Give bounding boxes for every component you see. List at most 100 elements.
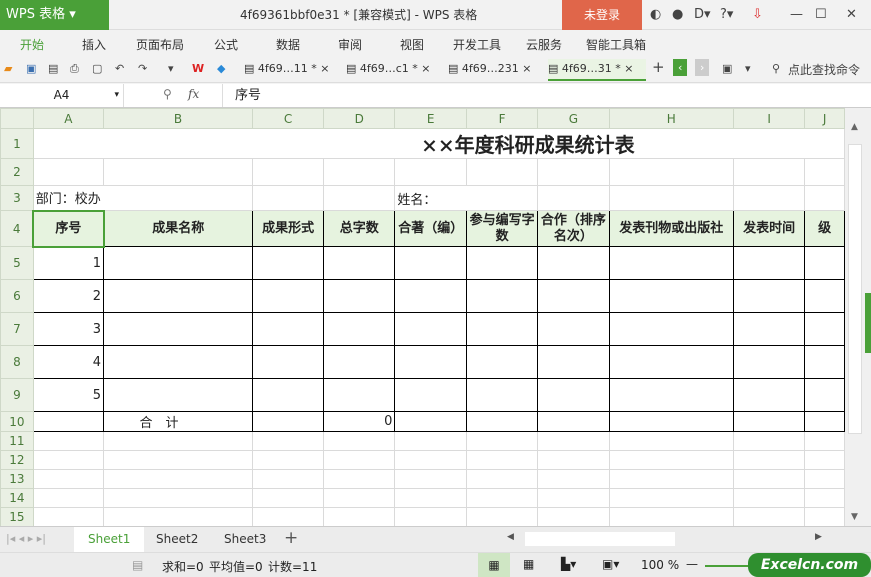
cell[interactable] xyxy=(804,488,845,508)
cell[interactable] xyxy=(608,450,735,470)
department-cell[interactable]: 部门：校办 xyxy=(32,185,254,211)
cell[interactable] xyxy=(537,450,610,470)
col-header[interactable]: A xyxy=(32,108,105,129)
col-header[interactable]: E xyxy=(394,108,467,129)
header-cell[interactable]: 发表时间 xyxy=(732,210,806,247)
cell[interactable] xyxy=(251,507,325,526)
cell[interactable] xyxy=(32,469,105,489)
close-icon[interactable]: ✕ xyxy=(846,0,857,30)
col-header[interactable]: D xyxy=(323,108,396,129)
redo-icon[interactable]: ↷ xyxy=(138,62,147,75)
header-cell[interactable]: 级 xyxy=(804,210,845,247)
cell[interactable] xyxy=(732,246,806,280)
cell[interactable] xyxy=(465,450,539,470)
display-icon[interactable]: ▣ xyxy=(722,62,732,75)
cell[interactable] xyxy=(103,279,253,313)
page-layout-icon[interactable]: ▙▾ xyxy=(561,557,576,571)
cell[interactable] xyxy=(465,279,539,313)
menu-developer[interactable]: 开发工具 xyxy=(453,36,501,53)
row-header[interactable]: 12 xyxy=(0,450,34,470)
cell[interactable] xyxy=(394,312,467,346)
cell[interactable] xyxy=(732,378,806,412)
skin-icon[interactable]: ◐ xyxy=(650,0,661,30)
header-cell[interactable]: 成果名称 xyxy=(103,210,253,247)
serial-cell[interactable]: 3 xyxy=(32,312,105,346)
cell[interactable] xyxy=(732,312,806,346)
cell[interactable] xyxy=(394,378,467,412)
wps-icon[interactable]: W xyxy=(192,62,204,75)
select-all[interactable] xyxy=(0,108,34,129)
doc-tab[interactable]: ▤ 4f69…c1 * × xyxy=(346,59,431,81)
cell[interactable] xyxy=(732,431,806,451)
vertical-scrollbar[interactable]: ▲ ▼ xyxy=(845,108,871,526)
sheet-tab-sheet2[interactable]: Sheet2 xyxy=(142,527,212,552)
cell[interactable] xyxy=(465,246,539,280)
add-sheet-icon[interactable]: + xyxy=(284,528,298,548)
cell[interactable] xyxy=(103,488,253,508)
cell[interactable] xyxy=(32,507,105,526)
total-value[interactable]: 0 xyxy=(323,411,396,432)
menu-view[interactable]: 视图 xyxy=(400,36,424,53)
formula-input[interactable]: 序号 xyxy=(222,84,871,107)
save-icon[interactable]: ▣ xyxy=(26,62,36,75)
cell[interactable] xyxy=(732,345,806,379)
side-panel-toggle[interactable] xyxy=(865,293,871,353)
menu-data[interactable]: 数据 xyxy=(276,36,300,53)
cell[interactable] xyxy=(323,279,396,313)
col-header[interactable]: I xyxy=(732,108,806,129)
header-cell[interactable]: 合作（排序名次） xyxy=(537,210,610,247)
row-header[interactable]: 11 xyxy=(0,431,34,451)
fx-icon[interactable]: fx xyxy=(188,87,199,101)
serial-cell[interactable]: 4 xyxy=(32,345,105,379)
zoom-formula-icon[interactable]: ⚲ xyxy=(163,87,172,101)
cell[interactable] xyxy=(537,246,610,280)
cell[interactable] xyxy=(251,279,325,313)
cell[interactable] xyxy=(608,246,735,280)
reading-mode-icon[interactable]: ▣▾ xyxy=(602,557,619,571)
cell[interactable] xyxy=(465,469,539,489)
total-label[interactable]: 合 计 xyxy=(103,411,253,432)
cell[interactable] xyxy=(32,431,105,451)
pin-icon[interactable]: ▾ xyxy=(745,62,751,75)
row-header[interactable]: 15 xyxy=(0,507,34,526)
cell[interactable] xyxy=(608,488,735,508)
print-icon[interactable]: ⎙ xyxy=(70,62,79,76)
row-header[interactable]: 8 xyxy=(0,345,34,379)
sheet-title[interactable]: ××年度科研成果统计表 xyxy=(32,128,845,159)
menu-page-layout[interactable]: 页面布局 xyxy=(136,36,184,53)
more-dropdown-icon[interactable]: ▾ xyxy=(168,62,174,75)
cell[interactable] xyxy=(732,507,806,526)
sheet-tab-sheet3[interactable]: Sheet3 xyxy=(210,527,280,552)
doc-tab[interactable]: ▤ 4f69…11 * × xyxy=(244,59,329,81)
cell[interactable] xyxy=(465,488,539,508)
row-header[interactable]: 6 xyxy=(0,279,34,313)
normal-view-icon[interactable]: ▦ xyxy=(478,553,510,577)
doc-tab-active[interactable]: ▤ 4f69…31 * × xyxy=(548,59,646,81)
row-header[interactable]: 13 xyxy=(0,469,34,489)
cell[interactable] xyxy=(537,345,610,379)
cell[interactable] xyxy=(608,312,735,346)
col-header[interactable]: G xyxy=(537,108,610,129)
cell[interactable] xyxy=(608,469,735,489)
header-cell[interactable]: 总字数 xyxy=(323,210,396,247)
serial-cell[interactable]: 5 xyxy=(32,378,105,412)
prev-tab-icon[interactable]: ‹ xyxy=(673,59,688,76)
cell[interactable] xyxy=(394,246,467,280)
cell[interactable] xyxy=(323,345,396,379)
sheet-tab-sheet1[interactable]: Sheet1 xyxy=(74,527,145,552)
cell[interactable] xyxy=(465,431,539,451)
undo-icon[interactable]: ↶ xyxy=(115,62,124,75)
cell[interactable] xyxy=(103,345,253,379)
cell[interactable] xyxy=(103,378,253,412)
zoom-out-icon[interactable]: — xyxy=(686,557,698,571)
h-scroll-thumb[interactable] xyxy=(525,532,675,546)
cell[interactable] xyxy=(608,378,735,412)
cell[interactable] xyxy=(394,488,467,508)
col-header[interactable]: J xyxy=(804,108,845,129)
download-icon[interactable]: ⇩ xyxy=(752,0,763,30)
cell[interactable] xyxy=(732,469,806,489)
scroll-up-icon[interactable]: ▲ xyxy=(851,122,858,132)
help-icon[interactable]: ?▾ xyxy=(720,0,733,30)
minimize-icon[interactable]: — xyxy=(790,0,803,30)
col-header[interactable]: H xyxy=(608,108,735,129)
